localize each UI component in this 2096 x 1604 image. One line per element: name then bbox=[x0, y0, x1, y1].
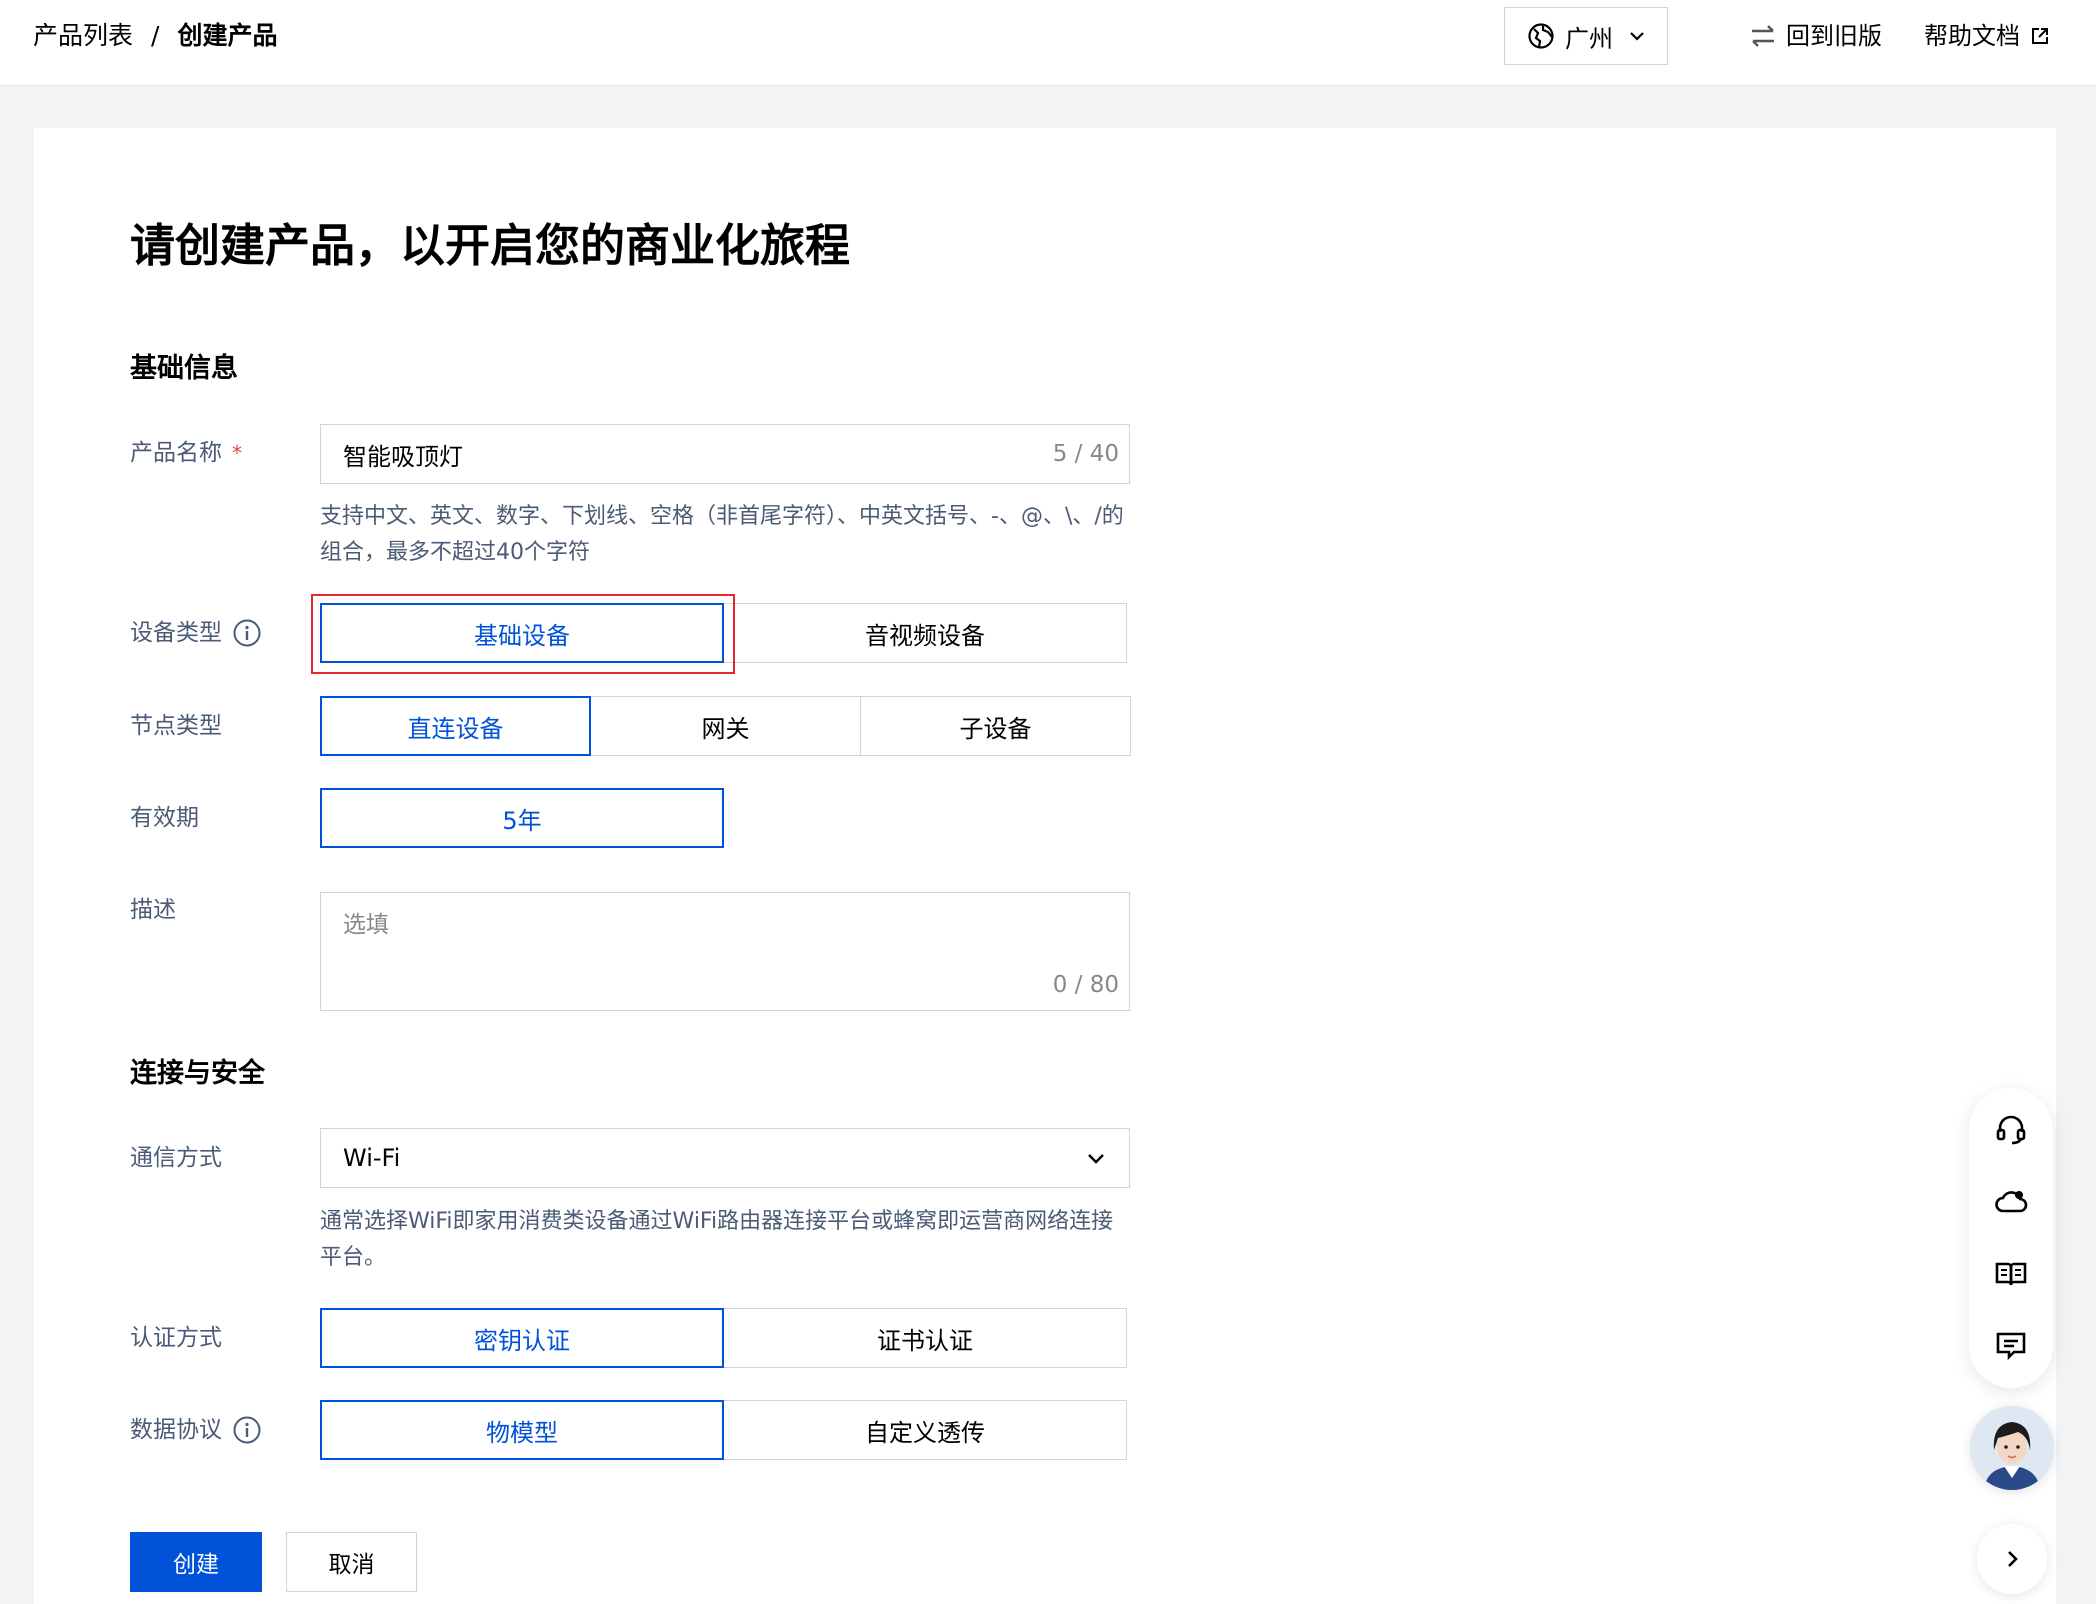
node-type-option-gateway[interactable]: 网关 bbox=[590, 696, 861, 756]
device-type-option-basic[interactable]: 基础设备 bbox=[320, 603, 724, 663]
chevron-right-icon bbox=[2008, 1551, 2018, 1567]
product-name-label-text: 产品名称 bbox=[130, 440, 222, 466]
breadcrumb: 产品列表 / 创建产品 bbox=[33, 18, 277, 54]
floating-toolbar bbox=[1969, 1088, 2053, 1388]
form-card bbox=[34, 128, 2056, 1604]
protocol-option-thing-model[interactable]: 物模型 bbox=[320, 1400, 724, 1460]
chevron-down-icon bbox=[1630, 32, 1644, 41]
create-button[interactable]: 创建 bbox=[130, 1532, 262, 1592]
help-doc-link[interactable]: 帮助文档 bbox=[1924, 18, 2050, 54]
back-to-old-version-link[interactable]: 回到旧版 bbox=[1748, 18, 1882, 54]
product-name-input[interactable]: 智能吸顶灯 5 / 40 bbox=[320, 424, 1130, 484]
product-name-hint: 支持中文、英文、数字、下划线、空格（非首尾字符）、中英文括号、-、@、\、/的组… bbox=[320, 504, 1124, 565]
product-name-label: 产品名称 * bbox=[130, 437, 242, 469]
validity-segmented: 5年 bbox=[320, 788, 724, 848]
comm-method-select[interactable]: Wi-Fi bbox=[320, 1128, 1130, 1188]
data-protocol-label: 数据协议 bbox=[130, 1414, 262, 1446]
device-type-label-text: 设备类型 bbox=[130, 620, 222, 646]
device-type-segmented: 基础设备 音视频设备 bbox=[320, 603, 1127, 663]
book-icon[interactable] bbox=[1993, 1256, 2029, 1292]
help-doc-label: 帮助文档 bbox=[1924, 22, 2020, 50]
auth-method-segmented: 密钥认证 证书认证 bbox=[320, 1308, 1127, 1368]
node-type-option-subdevice[interactable]: 子设备 bbox=[860, 696, 1131, 756]
old-version-label: 回到旧版 bbox=[1786, 22, 1882, 50]
data-protocol-label-text: 数据协议 bbox=[130, 1417, 222, 1443]
cancel-button[interactable]: 取消 bbox=[286, 1532, 417, 1592]
globe-icon bbox=[1528, 23, 1554, 49]
comm-method-label: 通信方式 bbox=[130, 1145, 222, 1171]
section-title-basic: 基础信息 bbox=[130, 353, 238, 384]
device-type-option-av[interactable]: 音视频设备 bbox=[723, 603, 1127, 663]
top-bar: 产品列表 / 创建产品 广州 回到旧版 帮助文档 bbox=[0, 0, 2096, 86]
device-type-label: 设备类型 bbox=[130, 617, 262, 649]
auth-option-key[interactable]: 密钥认证 bbox=[320, 1308, 724, 1368]
breadcrumb-product-list[interactable]: 产品列表 bbox=[33, 18, 133, 54]
description-label: 描述 bbox=[130, 897, 176, 923]
comm-method-value: Wi-Fi bbox=[343, 1144, 401, 1172]
required-mark: * bbox=[232, 441, 242, 465]
page-title: 请创建产品，以开启您的商业化旅程 bbox=[130, 219, 851, 272]
region-label: 广州 bbox=[1565, 24, 1613, 53]
description-counter: 0 / 80 bbox=[1052, 972, 1119, 998]
comm-method-hint: 通常选择WiFi即家用消费类设备通过WiFi路由器连接平台或蜂窝即运营商网络连接… bbox=[320, 1209, 1114, 1270]
info-icon[interactable] bbox=[232, 1415, 262, 1445]
description-placeholder: 选填 bbox=[343, 912, 389, 938]
feedback-icon[interactable] bbox=[1993, 1328, 2029, 1364]
swap-icon bbox=[1752, 25, 1774, 47]
section-title-security: 连接与安全 bbox=[130, 1058, 265, 1089]
product-name-counter: 5 / 40 bbox=[1052, 441, 1119, 467]
validity-label: 有效期 bbox=[130, 805, 199, 831]
external-link-icon bbox=[2032, 28, 2048, 44]
node-type-segmented: 直连设备 网关 子设备 bbox=[320, 696, 1131, 756]
breadcrumb-separator: / bbox=[151, 21, 160, 50]
assistant-avatar-image bbox=[1970, 1406, 2054, 1490]
protocol-option-custom[interactable]: 自定义透传 bbox=[723, 1400, 1127, 1460]
data-protocol-segmented: 物模型 自定义透传 bbox=[320, 1400, 1127, 1460]
validity-option-5y[interactable]: 5年 bbox=[320, 788, 724, 848]
breadcrumb-current: 创建产品 bbox=[177, 21, 278, 50]
auth-method-label: 认证方式 bbox=[130, 1325, 222, 1351]
cloud-icon[interactable] bbox=[1993, 1184, 2029, 1220]
info-icon[interactable] bbox=[232, 618, 262, 648]
description-textarea[interactable]: 选填 0 / 80 bbox=[320, 892, 1130, 1011]
next-button[interactable] bbox=[1977, 1524, 2047, 1594]
product-name-value: 智能吸顶灯 bbox=[343, 442, 463, 471]
region-selector[interactable]: 广州 bbox=[1504, 7, 1668, 65]
node-type-option-direct[interactable]: 直连设备 bbox=[320, 696, 591, 756]
chevron-down-icon bbox=[1088, 1154, 1104, 1164]
node-type-label: 节点类型 bbox=[130, 713, 222, 739]
auth-option-cert[interactable]: 证书认证 bbox=[723, 1308, 1127, 1368]
headset-icon[interactable] bbox=[1993, 1112, 2029, 1148]
assistant-avatar[interactable] bbox=[1970, 1406, 2054, 1490]
